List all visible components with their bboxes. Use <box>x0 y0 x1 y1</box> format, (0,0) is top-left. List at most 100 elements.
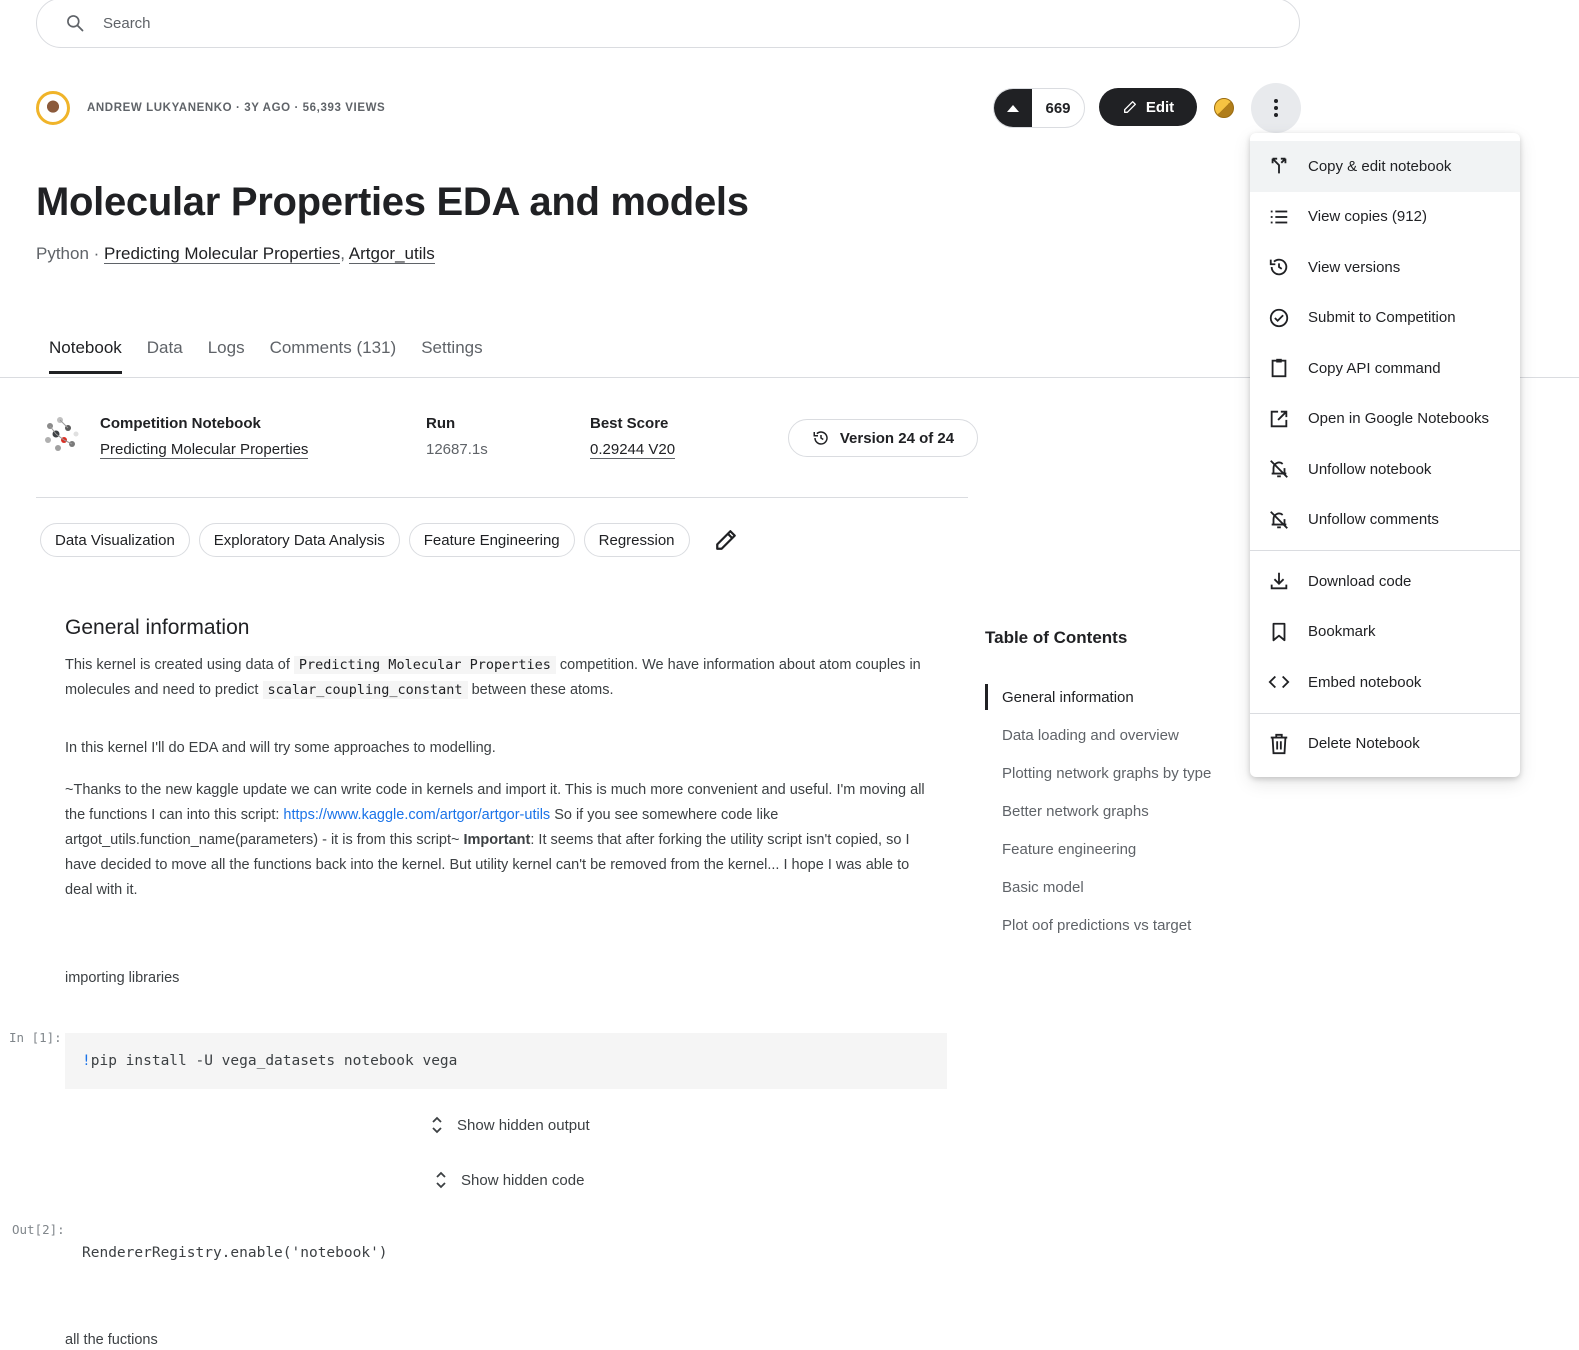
show-code-label: Show hidden code <box>461 1171 585 1189</box>
menu-download-code[interactable]: Download code <box>1250 556 1520 607</box>
input-prompt: In [1]: <box>9 1030 62 1045</box>
toc-item-general-information[interactable]: General information <box>985 684 1211 710</box>
eda-paragraph: In this kernel I'll do EDA and will try … <box>65 740 496 756</box>
tab-settings[interactable]: Settings <box>421 338 482 374</box>
search-bar[interactable]: Search <box>36 0 1300 48</box>
toc-item-data-loading[interactable]: Data loading and overview <box>985 716 1211 754</box>
best-score-label: Best Score <box>590 415 669 432</box>
toc-item-better-network-graphs[interactable]: Better network graphs <box>985 792 1211 830</box>
show-output-label: Show hidden output <box>457 1116 590 1134</box>
code-bang: ! <box>82 1053 91 1069</box>
edit-tags-pencil-icon[interactable] <box>711 525 741 555</box>
upvote-arrow-icon[interactable] <box>994 89 1032 127</box>
code-icon <box>1268 676 1290 689</box>
fork-icon <box>1271 158 1287 174</box>
text-fragment: between these atoms. <box>467 682 614 698</box>
menu-item-label: Bookmark <box>1308 623 1376 641</box>
tag-data-visualization[interactable]: Data Visualization <box>40 523 190 557</box>
intro-paragraph: This kernel is created using data of Pre… <box>65 653 935 703</box>
code-cell[interactable]: ! pip install -U vega_datasets notebook v… <box>65 1033 947 1089</box>
menu-item-label: Copy API command <box>1308 359 1441 377</box>
notebook-meta: ANDREW LUKYANENKO · 3Y AGO · 56,393 VIEW… <box>87 102 386 114</box>
history-icon <box>1269 259 1288 276</box>
code-text: pip install -U vega_datasets notebook ve… <box>90 1053 458 1069</box>
edit-button[interactable]: Edit <box>1099 88 1197 126</box>
menu-view-copies[interactable]: View copies (912) <box>1250 192 1520 243</box>
run-info: Run 12687.1s <box>426 415 488 458</box>
tab-notebook[interactable]: Notebook <box>49 338 122 374</box>
medal-icon[interactable] <box>1214 98 1234 118</box>
upvote-control[interactable]: 669 <box>993 88 1085 128</box>
kebab-dot <box>1274 113 1278 117</box>
competition-value-link[interactable]: Predicting Molecular Properties <box>100 441 309 459</box>
importing-libraries-text: importing libraries <box>65 970 180 986</box>
menu-copy-edit-notebook[interactable]: Copy & edit notebook <box>1250 141 1520 192</box>
competition-label: Competition Notebook <box>100 415 261 432</box>
download-icon <box>1270 573 1288 590</box>
toc-item-feature-engineering[interactable]: Feature engineering <box>985 830 1211 868</box>
subtitle-separator: , <box>340 244 349 263</box>
toc-item-plotting-network-graphs[interactable]: Plotting network graphs by type <box>985 754 1211 792</box>
toc-title: Table of Contents <box>985 628 1128 647</box>
menu-open-in-google-notebooks[interactable]: Open in Google Notebooks <box>1250 394 1520 445</box>
toc-item-basic-model[interactable]: Basic model <box>985 868 1211 906</box>
best-score-link[interactable]: 0.29244 V20 <box>590 441 676 459</box>
show-hidden-output-button[interactable]: Show hidden output <box>431 1116 590 1134</box>
more-options-button[interactable] <box>1251 83 1301 133</box>
menu-item-label: Unfollow notebook <box>1308 460 1432 478</box>
bell-off-icon <box>1270 460 1288 479</box>
run-label: Run <box>426 415 456 432</box>
molecule-icon <box>45 417 79 451</box>
version-label: Version 24 of 24 <box>839 429 955 447</box>
competition-link[interactable]: Predicting Molecular Properties <box>104 244 341 264</box>
language-label: Python · <box>36 244 105 263</box>
tag-feature-engineering[interactable]: Feature Engineering <box>408 523 575 557</box>
utility-script-link[interactable]: Artgor_utils <box>348 244 435 264</box>
show-hidden-code-button[interactable]: Show hidden code <box>435 1171 584 1189</box>
tag-regression[interactable]: Regression <box>583 523 690 557</box>
tab-logs[interactable]: Logs <box>208 338 245 374</box>
section-divider <box>36 497 968 498</box>
menu-divider <box>1250 712 1520 714</box>
menu-delete-notebook[interactable]: Delete Notebook <box>1250 719 1520 770</box>
list-icon <box>1270 210 1288 224</box>
menu-item-label: View copies (912) <box>1308 208 1427 226</box>
menu-item-label: Unfollow comments <box>1308 511 1439 529</box>
menu-bookmark[interactable]: Bookmark <box>1250 607 1520 658</box>
menu-item-label: Submit to Competition <box>1308 309 1456 327</box>
avatar[interactable] <box>36 91 70 125</box>
tag-list: Data Visualization Exploratory Data Anal… <box>40 523 741 557</box>
artgor-utils-link[interactable]: https://www.kaggle.com/artgor/artgor-uti… <box>283 807 550 823</box>
menu-unfollow-comments[interactable]: Unfollow comments <box>1250 495 1520 546</box>
open-external-icon <box>1270 410 1288 427</box>
more-options-menu: Copy & edit notebook View copies (912) V… <box>1250 133 1520 777</box>
search-input[interactable]: Search <box>103 15 151 32</box>
menu-item-label: Embed notebook <box>1308 673 1422 691</box>
menu-copy-api-command[interactable]: Copy API command <box>1250 343 1520 394</box>
tag-exploratory-data-analysis[interactable]: Exploratory Data Analysis <box>198 523 400 557</box>
search-icon <box>67 15 84 32</box>
author-row: ANDREW LUKYANENKO · 3Y AGO · 56,393 VIEW… <box>36 91 385 125</box>
edit-label: Edit <box>1145 98 1175 116</box>
version-button[interactable]: Version 24 of 24 <box>788 419 978 457</box>
menu-item-label: Download code <box>1308 572 1412 590</box>
inline-code: Predicting Molecular Properties <box>293 656 556 674</box>
menu-unfollow-notebook[interactable]: Unfollow notebook <box>1250 444 1520 495</box>
tab-data[interactable]: Data <box>147 338 183 374</box>
notebook-subtitle: Python · Predicting Molecular Properties… <box>36 244 435 264</box>
menu-item-label: Copy & edit notebook <box>1308 157 1452 175</box>
competition-info: Competition Notebook Predicting Molecula… <box>100 415 309 459</box>
menu-embed-notebook[interactable]: Embed notebook <box>1250 657 1520 708</box>
tab-comments[interactable]: Comments (131) <box>270 338 397 374</box>
score-info: Best Score 0.29244 V20 <box>590 415 676 459</box>
kebab-dot <box>1274 99 1278 103</box>
important-label: Important <box>463 832 531 848</box>
bookmark-icon <box>1272 622 1286 641</box>
pencil-icon <box>1123 101 1136 113</box>
menu-submit-to-competition[interactable]: Submit to Competition <box>1250 293 1520 344</box>
expand-icon <box>436 1171 446 1189</box>
all-functions-text: all the fuctions <box>65 1332 158 1348</box>
toc-item-plot-oof-predictions[interactable]: Plot oof predictions vs target <box>985 906 1211 944</box>
menu-view-versions[interactable]: View versions <box>1250 242 1520 293</box>
heading-general-information: General information <box>65 616 250 639</box>
